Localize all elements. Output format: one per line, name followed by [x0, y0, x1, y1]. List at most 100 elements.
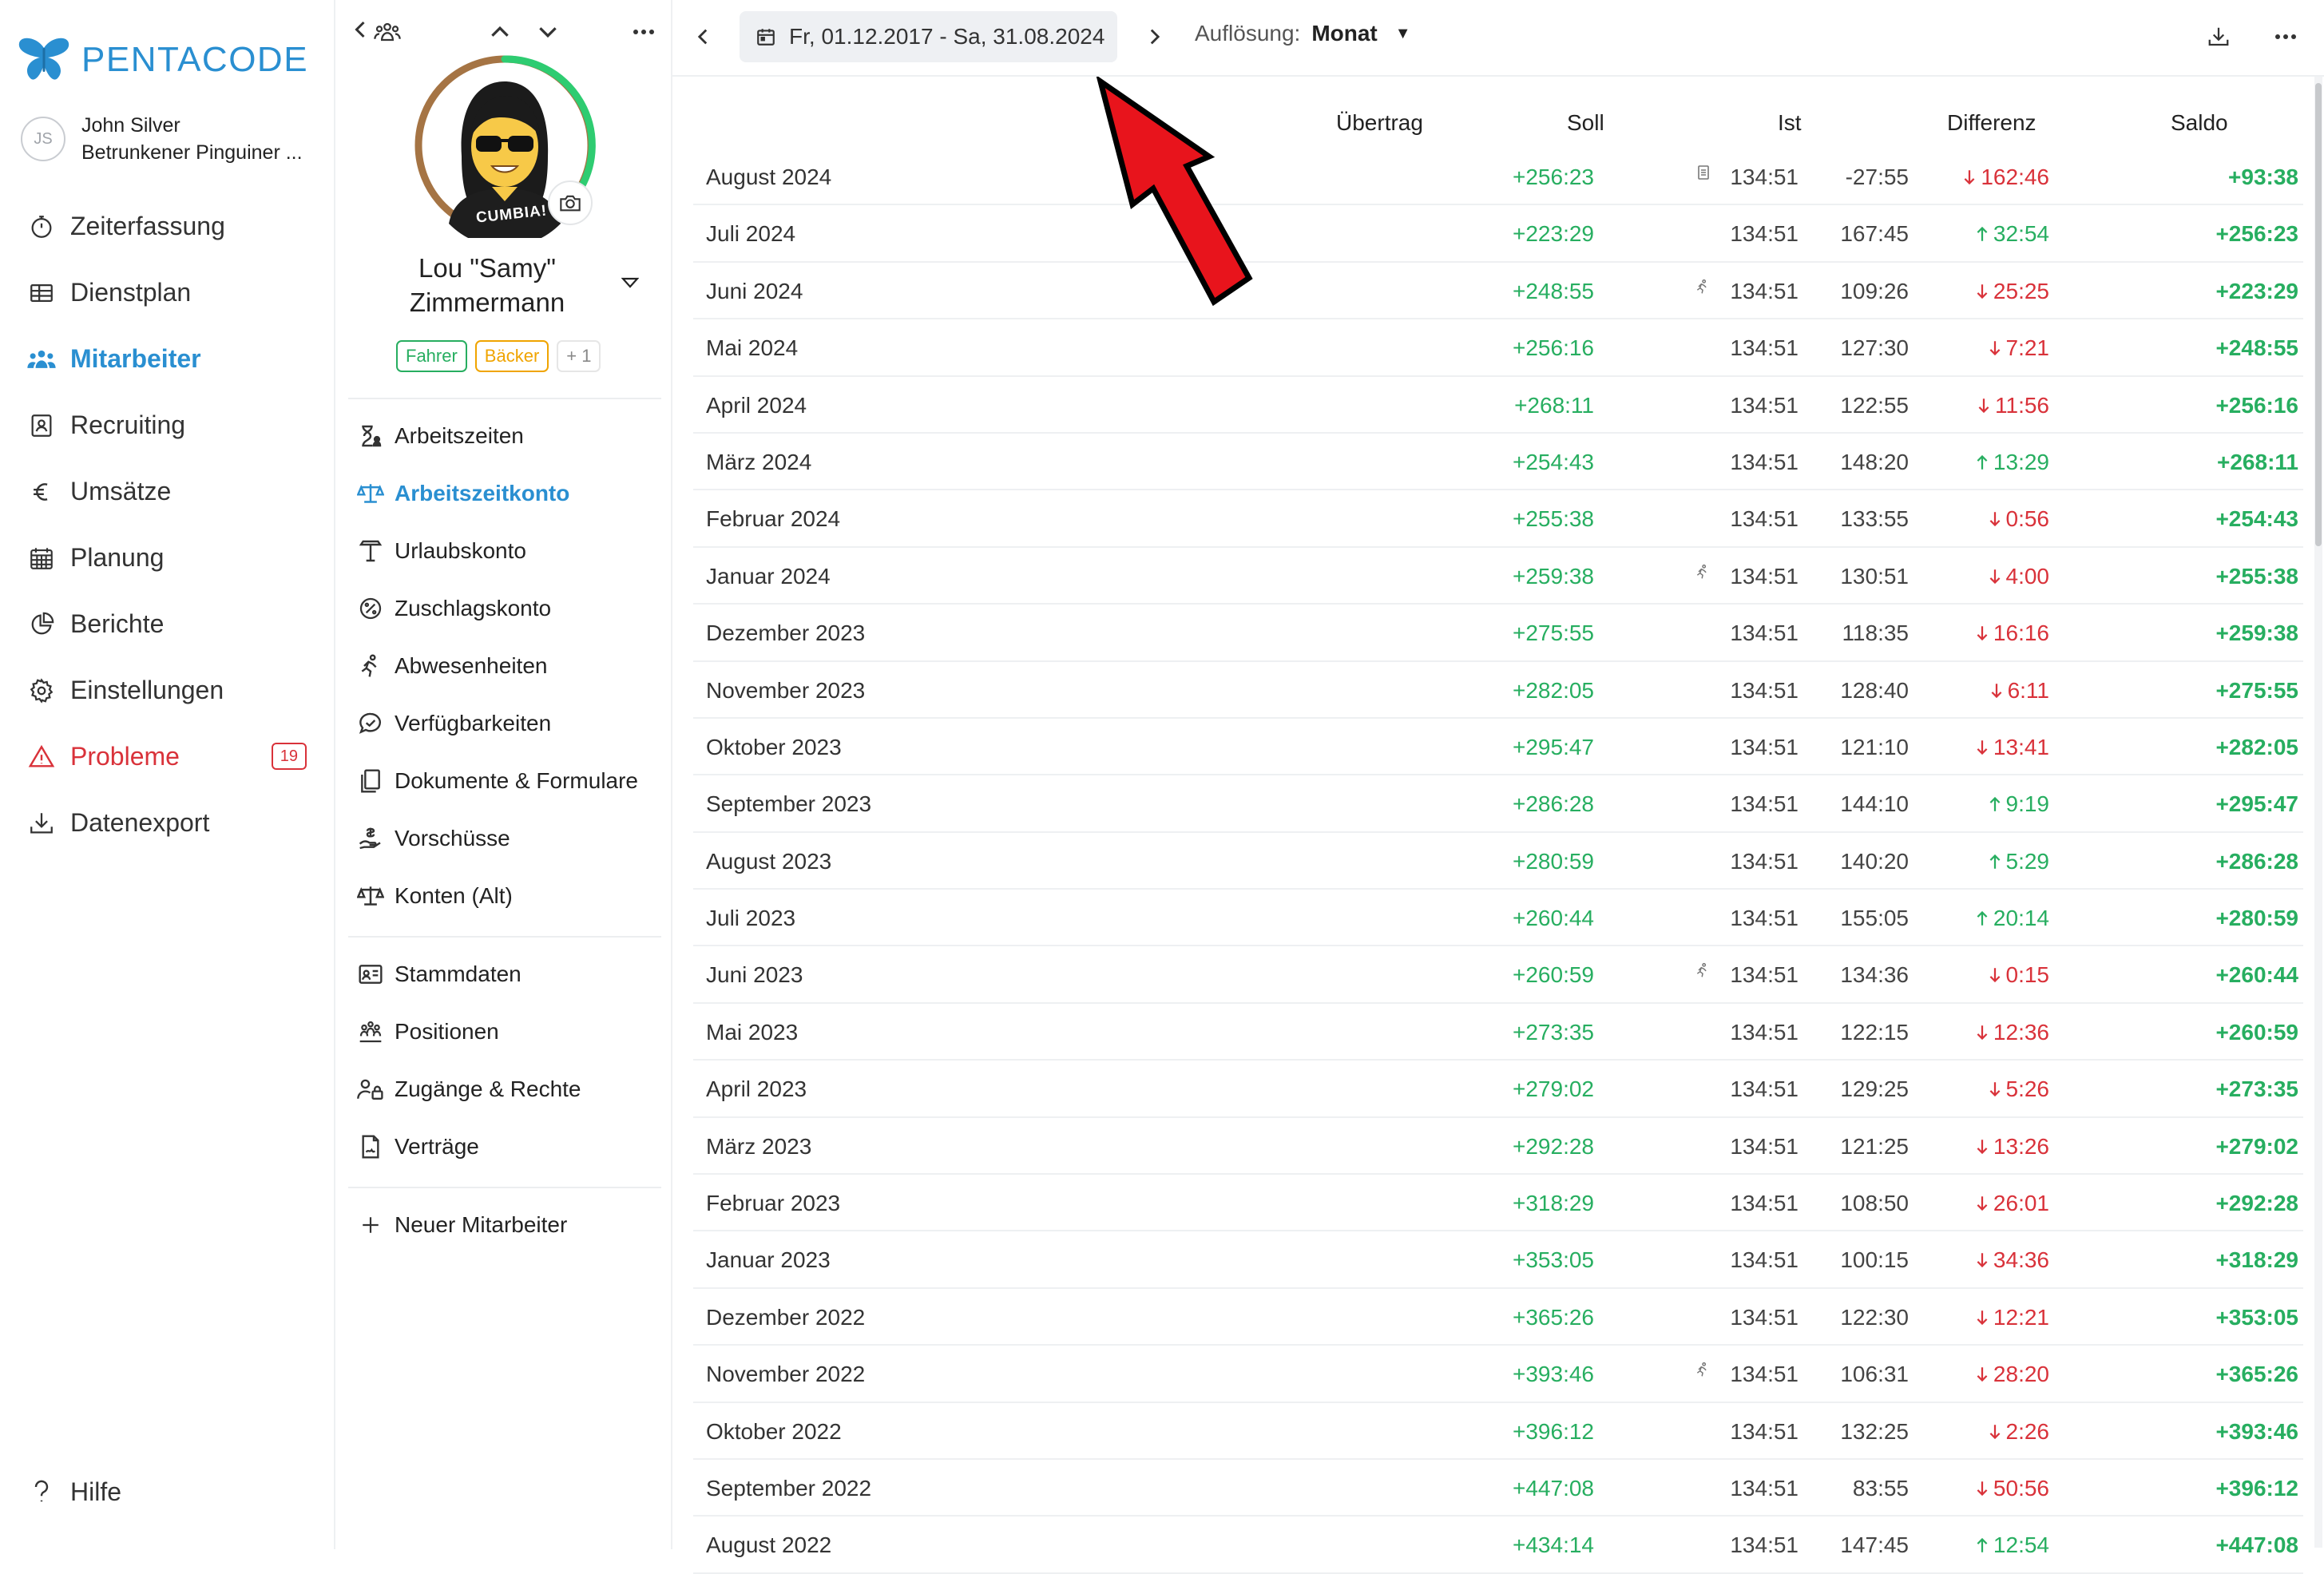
- scrollbar-thumb[interactable]: [2315, 83, 2322, 546]
- table-row[interactable]: Oktober 2022 +396:12 134:51 132:25 2:26 +393:…: [693, 1403, 2303, 1460]
- cell-month: Mai 2023: [706, 1019, 799, 1045]
- add-employee-button[interactable]: Neuer Mitarbeiter: [348, 1196, 661, 1254]
- date-range-picker[interactable]: Fr, 01.12.2017 - Sa, 31.08.2024: [740, 11, 1118, 62]
- table-row[interactable]: Juni 2024 +248:55 134:51 109:26 25:25 +223:29: [693, 263, 2303, 320]
- table-row[interactable]: September 2022 +447:08 134:51 83:55 50:56 +39…: [693, 1460, 2303, 1517]
- chat-check-icon: [356, 709, 385, 738]
- table-row[interactable]: Oktober 2023 +295:47 134:51 121:10 13:41 +282…: [693, 719, 2303, 776]
- previous-period-button[interactable]: [684, 18, 722, 56]
- nav-item-einstellungen[interactable]: Einstellungen: [24, 657, 319, 724]
- nav-item-datenexport[interactable]: Datenexport: [24, 790, 319, 856]
- nav-label: Einstellungen: [70, 676, 224, 704]
- cell-uebertrag: +248:55: [1513, 278, 1594, 303]
- menu-item-zuschlagskonto[interactable]: Zuschlagskonto: [348, 580, 661, 637]
- table-row[interactable]: Dezember 2022 +365:26 134:51 122:30 12:21 +35…: [693, 1289, 2303, 1346]
- column-header-uebertrag[interactable]: Übertrag: [1336, 110, 1423, 136]
- table-row[interactable]: Februar 2024 +255:38 134:51 133:55 0:56 +254:…: [693, 490, 2303, 548]
- previous-employee-button[interactable]: [482, 14, 518, 50]
- back-to-list-button[interactable]: [350, 14, 406, 50]
- arrow-down-icon: [1976, 1366, 1989, 1382]
- cell-differenz: 13:41: [1976, 735, 2049, 760]
- tag-more[interactable]: + 1: [557, 340, 601, 372]
- nav-item-zeiterfassung[interactable]: Zeiterfassung: [24, 193, 319, 260]
- toolbar-more-button[interactable]: [2266, 18, 2305, 56]
- arrow-up-icon: [1976, 226, 1989, 242]
- table-row[interactable]: Mai 2024 +256:16 134:51 127:30 7:21 +248:55: [693, 319, 2303, 377]
- id-card-icon: [24, 408, 59, 443]
- table-row[interactable]: November 2023 +282:05 134:51 128:40 6:11 +275…: [693, 662, 2303, 719]
- download-button[interactable]: [2199, 18, 2238, 56]
- table-row[interactable]: Mai 2023 +273:35 134:51 122:15 12:36 +260:59: [693, 1004, 2303, 1061]
- current-user[interactable]: JS John Silver Betrunkener Pinguiner ...: [21, 112, 303, 166]
- table-row[interactable]: April 2023 +279:02 134:51 129:25 5:26 +273:35: [693, 1061, 2303, 1118]
- arrow-down-icon: [1963, 169, 1976, 185]
- table-row[interactable]: Juli 2023 +260:44 134:51 155:05 20:14 +280:59: [693, 890, 2303, 947]
- next-employee-button[interactable]: [530, 14, 565, 50]
- scrollbar[interactable]: [2314, 77, 2322, 1548]
- calendar-icon: [755, 26, 776, 47]
- table-row[interactable]: Dezember 2023 +275:55 134:51 118:35 16:16 +25…: [693, 605, 2303, 662]
- cell-soll: 134:51: [1730, 1418, 1799, 1444]
- nav-item-mitarbeiter[interactable]: Mitarbeiter: [24, 326, 319, 392]
- resolution-selector[interactable]: Auflösung: Monat ▼: [1195, 21, 1411, 46]
- tag-baecker[interactable]: Bäcker: [474, 340, 549, 372]
- table-row[interactable]: August 2023 +280:59 134:51 140:20 5:29 +286:2…: [693, 833, 2303, 890]
- menu-item-zugaenge[interactable]: Zugänge & Rechte: [348, 1061, 661, 1118]
- nav-item-umsaetze[interactable]: Umsätze: [24, 458, 319, 525]
- cell-soll: 134:51: [1730, 1475, 1799, 1501]
- column-header-saldo[interactable]: Saldo: [2171, 110, 2228, 136]
- table-row[interactable]: September 2023 +286:28 134:51 144:10 9:19 +29…: [693, 775, 2303, 833]
- column-header-ist[interactable]: Ist: [1778, 110, 1802, 136]
- cell-ist: 147:45: [1840, 1532, 1909, 1558]
- cell-soll: 134:51: [1730, 221, 1799, 247]
- table-row[interactable]: August 2024 +256:23 134:51 -27:55 162:46 +93:…: [693, 149, 2303, 206]
- cell-month: August 2023: [706, 848, 832, 874]
- help-link[interactable]: Hilfe: [24, 1477, 121, 1507]
- logo[interactable]: PENTACODE: [18, 35, 308, 85]
- table-row[interactable]: April 2024 +268:11 134:51 122:55 11:56 +256:1…: [693, 377, 2303, 434]
- cell-ist: 134:36: [1840, 962, 1909, 988]
- nav-item-recruiting[interactable]: Recruiting: [24, 392, 319, 458]
- menu-item-vorschuesse[interactable]: Vorschüsse: [348, 810, 661, 867]
- nav-item-probleme[interactable]: Probleme 19: [24, 724, 319, 790]
- menu-item-stammdaten[interactable]: Stammdaten: [348, 946, 661, 1003]
- menu-item-arbeitszeiten[interactable]: Arbeitszeiten: [348, 407, 661, 465]
- column-header-soll[interactable]: Soll: [1567, 110, 1604, 136]
- menu-item-positionen[interactable]: Positionen: [348, 1003, 661, 1061]
- table-row[interactable]: Juni 2023 +260:59 134:51 134:36 0:15 +260:44: [693, 946, 2303, 1004]
- table-row[interactable]: August 2022 +434:14 134:51 147:45 12:54 +447:…: [693, 1517, 2303, 1574]
- cell-soll: 134:51: [1730, 278, 1799, 303]
- tag-fahrer[interactable]: Fahrer: [396, 340, 467, 372]
- change-photo-button[interactable]: [548, 180, 593, 225]
- nav-item-berichte[interactable]: Berichte: [24, 591, 319, 657]
- panel-more-button[interactable]: [626, 14, 661, 50]
- next-period-button[interactable]: [1136, 18, 1174, 56]
- menu-item-dokumente[interactable]: Dokumente & Formulare: [348, 752, 661, 810]
- cell-uebertrag: +295:47: [1513, 734, 1594, 759]
- menu-item-verfuegbarkeiten[interactable]: Verfügbarkeiten: [348, 695, 661, 752]
- table-row[interactable]: November 2022 +393:46 134:51 106:31 28:20 +36…: [693, 1346, 2303, 1403]
- menu-item-arbeitszeitkonto[interactable]: Arbeitszeitkonto: [348, 465, 661, 522]
- table-row[interactable]: Januar 2024 +259:38 134:51 130:51 4:00 +255:3…: [693, 548, 2303, 605]
- cell-uebertrag: +254:43: [1513, 449, 1594, 474]
- arrow-down-icon: [1989, 1424, 2001, 1440]
- table-row[interactable]: Juli 2024 +223:29 134:51 167:45 32:54 +256:23: [693, 205, 2303, 263]
- menu-item-konten-alt[interactable]: Konten (Alt): [348, 867, 661, 925]
- table-row[interactable]: März 2023 +292:28 134:51 121:25 13:26 +279:02: [693, 1118, 2303, 1176]
- cell-differenz: 2:26: [1989, 1419, 2049, 1445]
- table-row[interactable]: Januar 2023 +353:05 134:51 100:15 34:36 +318:…: [693, 1231, 2303, 1289]
- nav-item-planung[interactable]: Planung: [24, 525, 319, 591]
- cell-soll: 134:51: [1730, 1247, 1799, 1273]
- hourglass-person-icon: [356, 422, 385, 450]
- employee-options-toggle[interactable]: [621, 276, 640, 293]
- nav-item-dienstplan[interactable]: Dienstplan: [24, 260, 319, 326]
- cell-differenz: 4:00: [1989, 564, 2049, 589]
- table-row[interactable]: Februar 2023 +318:29 134:51 108:50 26:01 +292…: [693, 1175, 2303, 1232]
- table-row[interactable]: März 2024 +254:43 134:51 148:20 13:29 +268:11: [693, 434, 2303, 491]
- menu-item-vertraege[interactable]: Verträge: [348, 1118, 661, 1176]
- menu-item-abwesenheiten[interactable]: Abwesenheiten: [348, 637, 661, 695]
- running-person-icon: [1695, 1362, 1711, 1382]
- divider: [348, 936, 661, 938]
- column-header-differenz[interactable]: Differenz: [1947, 110, 2036, 136]
- menu-item-urlaubskonto[interactable]: Urlaubskonto: [348, 522, 661, 580]
